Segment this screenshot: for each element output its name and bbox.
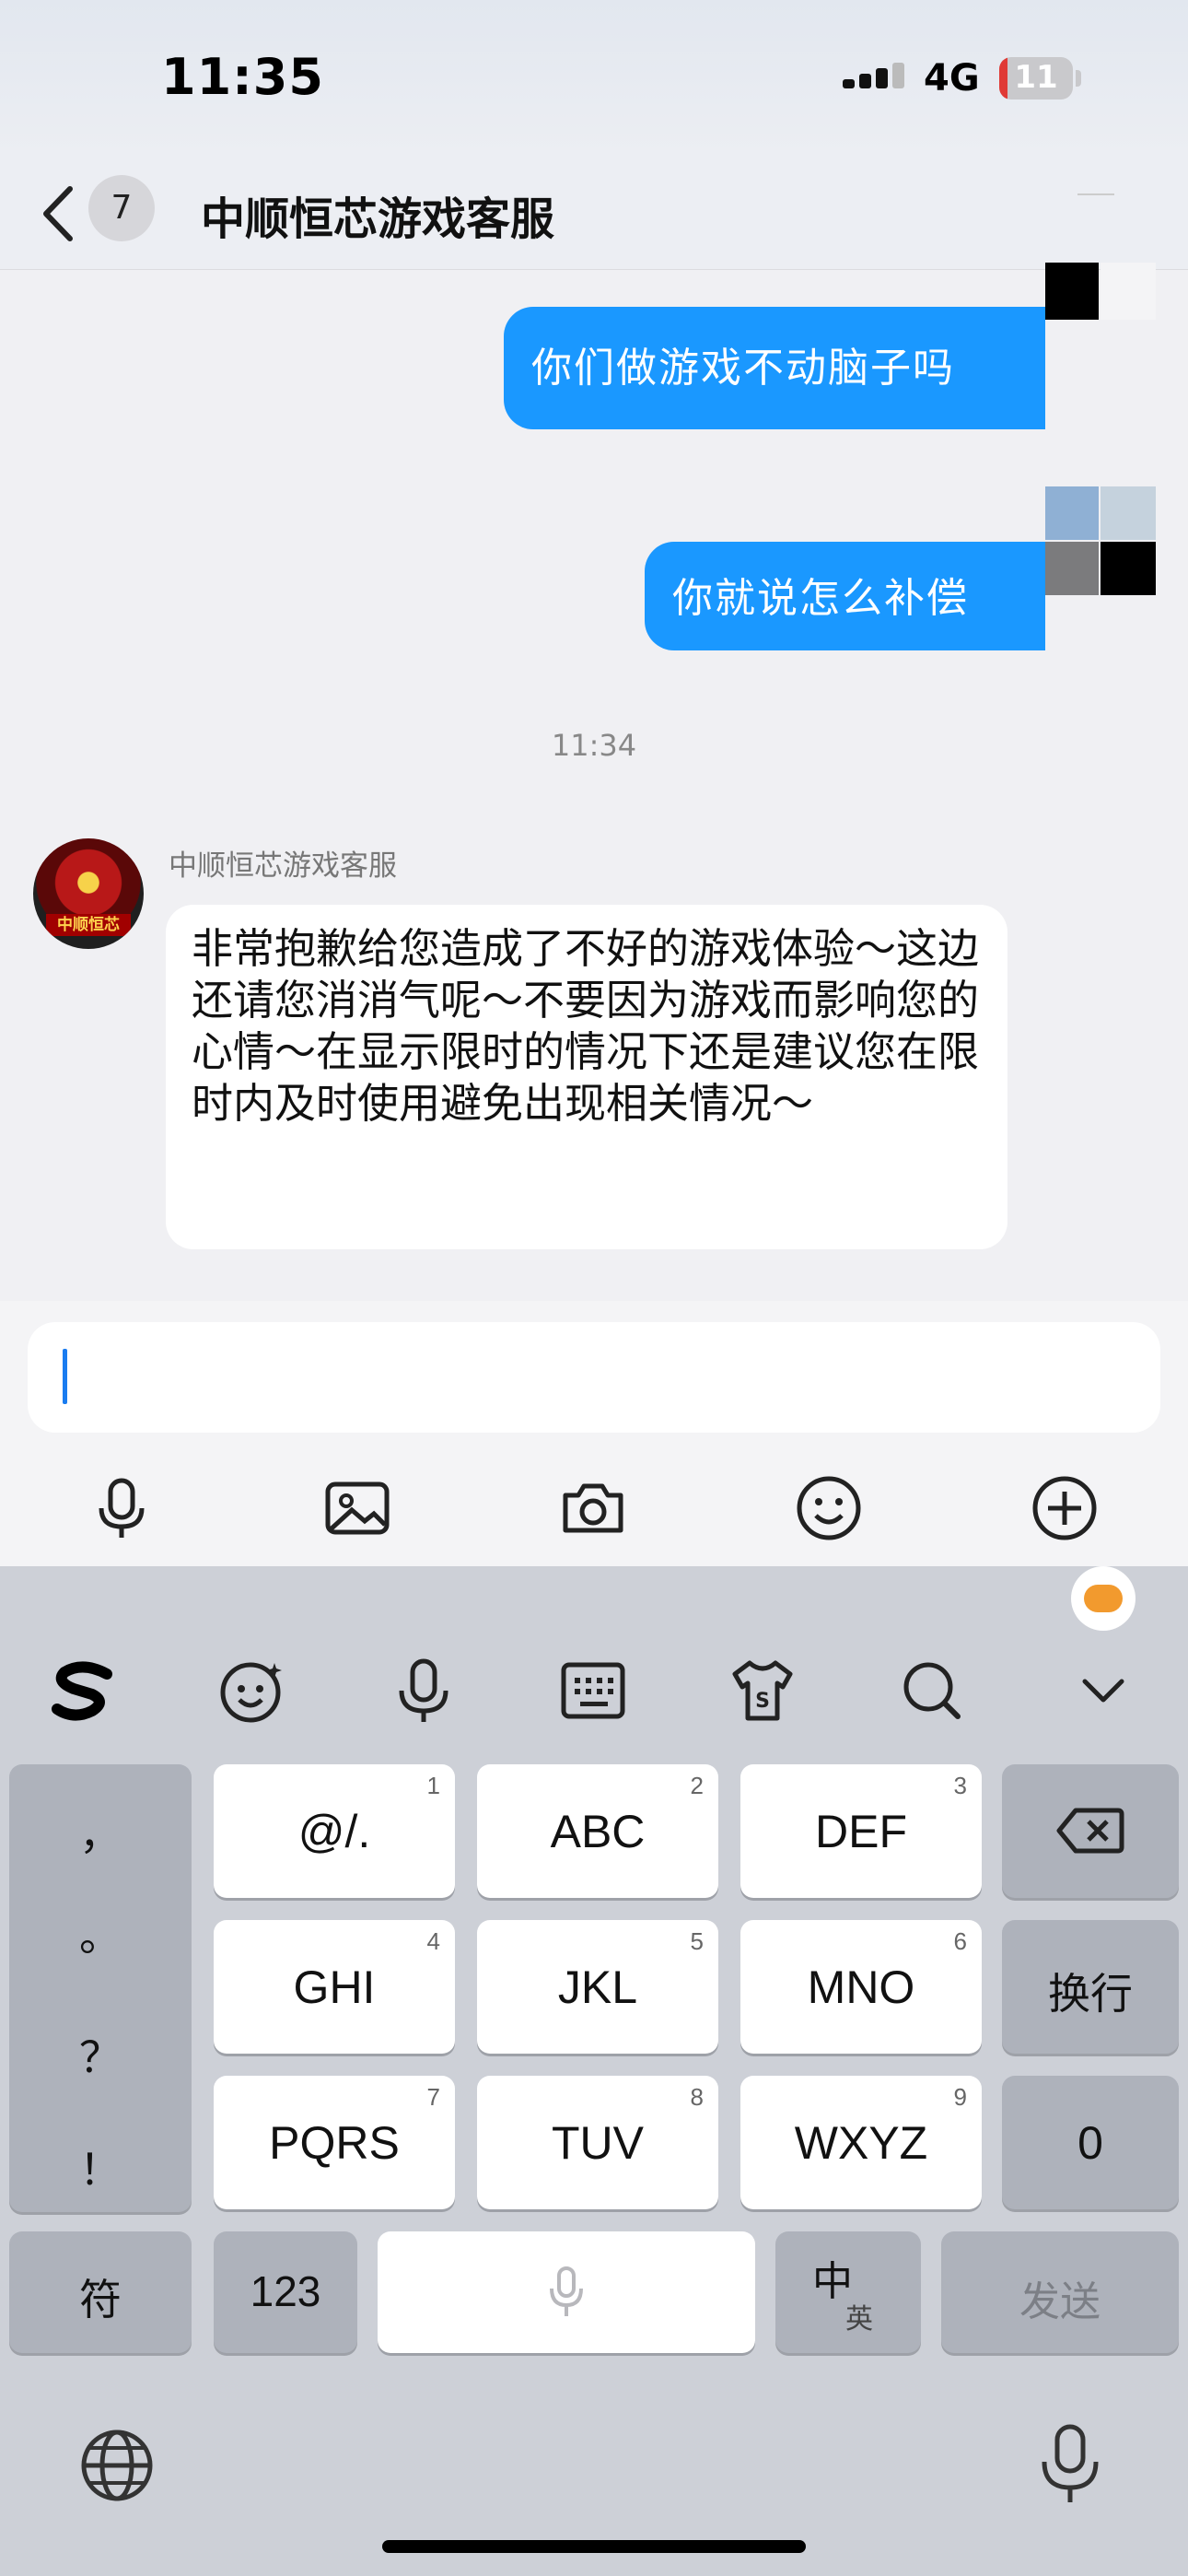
key-7[interactable]: PQRS 7 (214, 2076, 455, 2209)
key-5[interactable]: JKL 5 (477, 1920, 718, 2054)
key-2[interactable]: ABC 2 (477, 1764, 718, 1898)
emoji-icon[interactable] (792, 1471, 866, 1545)
space-mic-icon (550, 2266, 583, 2316)
punctuation-column[interactable]: ， 。 ？ ！ (9, 1764, 192, 2212)
battery-level: 11 (1014, 59, 1058, 96)
microphone-icon[interactable] (85, 1471, 158, 1545)
delete-key[interactable] (1002, 1764, 1179, 1898)
sent-message-bubble[interactable]: 你就说怎么补偿 (645, 542, 1045, 650)
chat-title: 中顺恒芯游戏客服 (201, 193, 555, 245)
collapse-icon[interactable] (1066, 1654, 1140, 1727)
image-icon[interactable] (320, 1471, 394, 1545)
avatar-label: 中顺恒芯 (46, 914, 131, 936)
user-avatar[interactable] (1045, 486, 1156, 595)
key-3[interactable]: DEF 3 (740, 1764, 982, 1898)
text-caret (63, 1349, 67, 1404)
more-menu-icon[interactable] (1077, 193, 1114, 195)
unread-count-badge[interactable]: 7 (88, 175, 155, 241)
camera-icon[interactable] (556, 1471, 630, 1545)
back-chevron-icon[interactable] (37, 181, 83, 246)
mascot-icon[interactable] (1071, 1566, 1136, 1631)
nav-header (0, 157, 1188, 270)
user-avatar[interactable] (1045, 263, 1156, 320)
punct-period-key[interactable]: 。 (9, 1903, 192, 1963)
key-1[interactable]: @/. 1 (214, 1764, 455, 1898)
punct-exclaim-key[interactable]: ！ (9, 2137, 192, 2197)
svg-text:S: S (755, 1690, 770, 1713)
globe-icon[interactable] (79, 2428, 155, 2503)
home-indicator[interactable] (382, 2540, 806, 2553)
enter-key[interactable]: 换行 (1002, 1920, 1179, 2054)
message-input[interactable] (28, 1322, 1160, 1433)
battery-tip (1076, 70, 1081, 87)
service-avatar[interactable]: 中顺恒芯 (33, 838, 144, 949)
plus-icon[interactable] (1028, 1471, 1101, 1545)
search-icon[interactable] (895, 1654, 969, 1727)
language-switch-key[interactable]: 中 英 (775, 2231, 921, 2353)
number-key[interactable]: 123 (214, 2231, 357, 2353)
status-time: 11:35 (161, 48, 324, 106)
key-6[interactable]: MNO 6 (740, 1920, 982, 2054)
symbol-key[interactable]: 符 (9, 2231, 192, 2353)
space-key[interactable] (378, 2231, 755, 2353)
send-key[interactable]: 发送 (941, 2231, 1179, 2353)
punct-question-key[interactable]: ？ (9, 2024, 192, 2085)
punct-comma-key[interactable]: ， (9, 1801, 192, 1862)
backspace-icon (1056, 1808, 1124, 1854)
signal-strength-icon (843, 63, 909, 88)
sender-name: 中顺恒芯游戏客服 (169, 849, 397, 883)
sent-message-bubble[interactable]: 你们做游戏不动脑子吗 (504, 307, 1045, 429)
key-9[interactable]: WXYZ 9 (740, 2076, 982, 2209)
network-type: 4G (924, 57, 980, 100)
key-4[interactable]: GHI 4 (214, 1920, 455, 2054)
received-message-bubble[interactable]: 非常抱歉给您造成了不好的游戏体验～这边还请您消消气呢～不要因为游戏而影响您的心情… (166, 905, 1007, 1249)
zero-key[interactable]: 0 (1002, 2076, 1179, 2209)
keyboard-emoji-icon[interactable] (215, 1654, 289, 1727)
message-timestamp: 11:34 (551, 728, 637, 763)
skin-icon[interactable]: S (726, 1654, 799, 1727)
keyboard-icon[interactable] (556, 1654, 630, 1727)
key-8[interactable]: TUV 8 (477, 2076, 718, 2209)
voice-icon[interactable] (387, 1654, 460, 1727)
sogou-logo-icon[interactable] (46, 1654, 120, 1727)
dictation-mic-icon[interactable] (1033, 2423, 1107, 2506)
battery-icon: 11 (999, 57, 1073, 100)
